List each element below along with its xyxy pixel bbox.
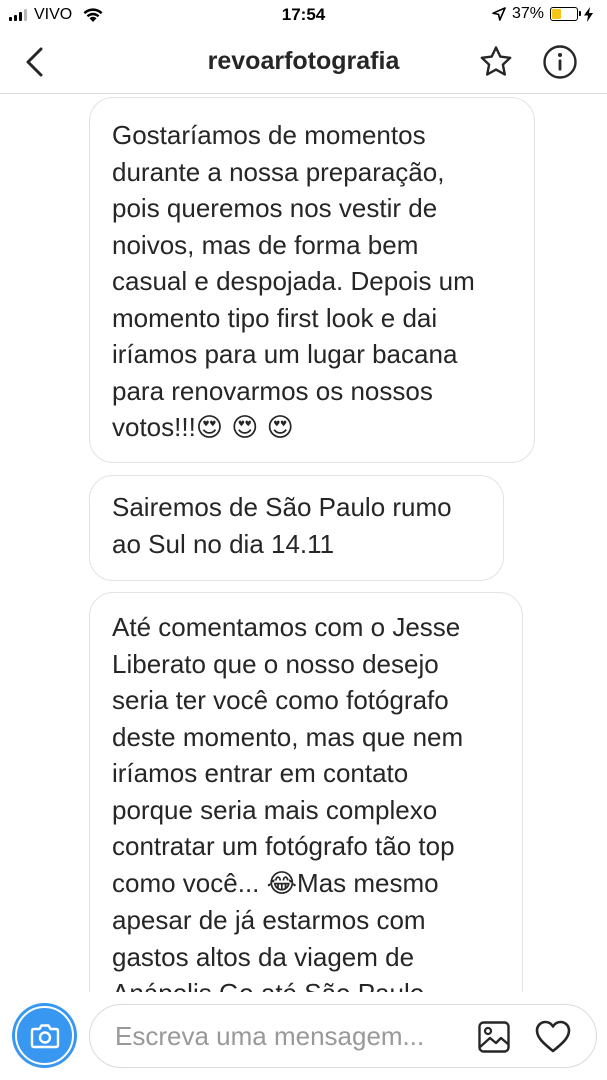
conversation-header: revoarfotografia [0,30,607,94]
message-line: Liberato que o nosso desejo [112,648,439,679]
info-button[interactable] [542,44,578,80]
charging-bolt-icon [584,6,593,22]
message-line: pois queremos nos vestir de [112,193,438,223]
message-line: votos!!!😍 😍 😍 [112,409,514,447]
message-line: iríamos entrar em contato [112,758,409,788]
message-input[interactable] [115,1019,455,1053]
status-bar: VIVO 17:54 37% [0,0,607,30]
location-arrow-icon [492,7,506,21]
message-bubble[interactable]: Gostaríamos de momentos durante a nossa … [89,97,535,463]
message-composer [0,992,607,1080]
battery-icon [550,7,581,21]
status-right: 37% [492,5,593,23]
message-line: durante a nossa preparação, [112,156,445,187]
camera-button[interactable] [12,1003,77,1068]
message-line: contratar um fotógrafo tão top [112,831,455,861]
message-line: momento tipo first look e dai [112,302,438,333]
message-line: Anápolis Go até São Paulo [112,975,502,992]
chevron-left-icon [26,47,43,77]
tears-of-joy-emoji: 😂 [266,868,298,899]
message-line: Sairemos de São Paulo rumo [112,492,452,522]
gallery-button[interactable] [476,1019,512,1055]
message-line: ao Sul no dia 14.11 [112,528,335,559]
message-line: noivos, mas de forma bem [112,229,419,260]
message-line: porque seria mais complexo [112,794,438,825]
camera-icon [30,1023,59,1048]
heart-eyes-emoji: 😍 😍 😍 [195,413,294,443]
like-button[interactable] [534,1018,572,1056]
info-icon [543,45,577,79]
star-icon [480,46,512,76]
favorite-button[interactable] [478,44,514,80]
message-thread[interactable]: Gostaríamos de momentos durante a nossa … [0,95,607,992]
message-field [89,1004,597,1068]
message-bubble[interactable]: Sairemos de São Paulo rumo ao Sul no dia… [89,475,504,581]
heart-icon [535,1020,571,1053]
message-line: Até comentamos com o Jesse [112,612,461,642]
message-line: como você... 😂Mas mesmo [112,865,502,903]
message-bubble[interactable]: Até comentamos com o Jesse Liberato que … [89,592,523,992]
conversation-title: revoarfotografia [207,47,400,75]
battery-fill [552,9,561,19]
message-line: casual e despojada. Depois um [112,266,475,296]
gallery-icon [478,1021,510,1053]
message-text: Mas mesmo [297,867,439,898]
message-line: seria ter você como fotógrafo [112,685,449,715]
message-line: Gostaríamos de momentos [112,120,426,150]
message-line: iríamos para um lugar bacana [112,339,458,369]
message-line: apesar de já estarmos com [112,905,426,935]
message-line: deste momento, mas que nem [112,721,464,752]
battery-percent: 37% [511,5,544,22]
back-button[interactable] [18,44,54,80]
message-text: como você... [112,867,260,898]
message-line: gastos altos da viagem de [112,941,415,972]
message-line: para renovarmos os nossos [112,375,433,406]
message-text: votos!!! [112,412,196,442]
